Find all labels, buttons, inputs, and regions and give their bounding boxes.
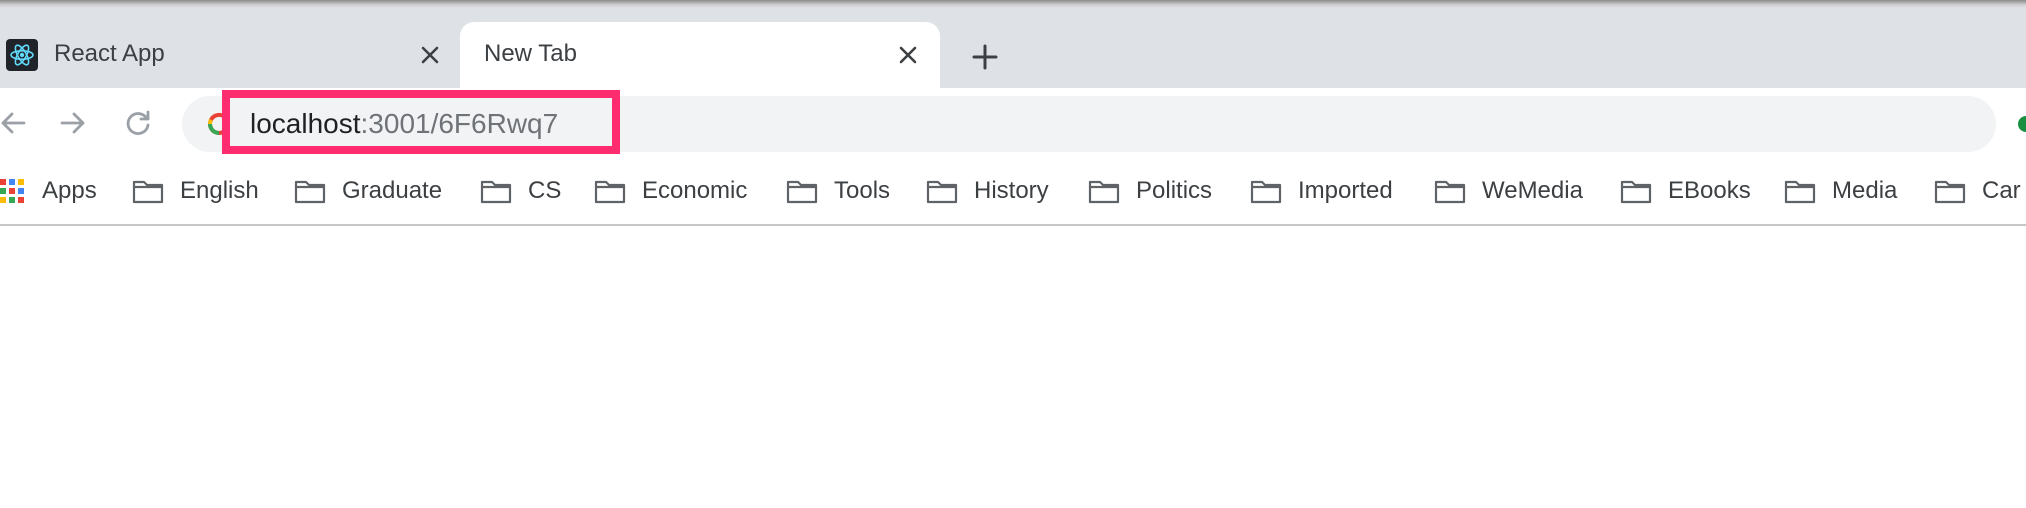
new-tab-plus-icon[interactable] — [968, 40, 1002, 74]
bookmark-label: Apps — [42, 177, 97, 204]
url-host: localhost — [250, 108, 361, 139]
bookmark-folder-economic[interactable]: Economic — [594, 174, 747, 208]
bookmark-label: English — [180, 177, 259, 204]
folder-icon — [1434, 180, 1466, 204]
back-arrow-icon[interactable] — [0, 106, 30, 140]
bookmark-folder-politics[interactable]: Politics — [1088, 174, 1212, 208]
close-icon[interactable] — [416, 41, 444, 69]
bookmark-folder-ebooks[interactable]: EBooks — [1620, 174, 1751, 208]
profile-avatar[interactable] — [2018, 116, 2026, 132]
tab-strip: React App New Tab — [0, 8, 2026, 88]
tab-react-app[interactable]: React App — [0, 22, 460, 88]
folder-icon — [1088, 180, 1120, 204]
folder-icon — [1784, 180, 1816, 204]
bookmark-folder-graduate[interactable]: Graduate — [294, 174, 442, 208]
bookmark-label: WeMedia — [1482, 177, 1583, 204]
close-icon[interactable] — [894, 41, 922, 69]
folder-icon — [132, 180, 164, 204]
bookmark-label: Imported — [1298, 177, 1393, 204]
folder-icon — [786, 180, 818, 204]
bookmark-folder-cs[interactable]: CS — [480, 174, 561, 208]
url-path: :3001/6F6Rwq7 — [360, 108, 559, 139]
forward-arrow-icon[interactable] — [56, 106, 90, 140]
bookmark-label: Politics — [1136, 177, 1213, 204]
url-text[interactable]: localhost:3001/6F6Rwq7 — [250, 108, 558, 140]
folder-icon — [1620, 180, 1652, 204]
folder-icon — [926, 180, 958, 204]
bookmark-label: Economic — [642, 177, 748, 204]
folder-icon — [594, 180, 626, 204]
browser-toolbar: localhost:3001/6F6Rwq7 — [0, 88, 2026, 158]
bookmark-label: Media — [1832, 177, 1898, 204]
bookmark-folder-history[interactable]: History — [926, 174, 1049, 208]
bookmark-folder-tools[interactable]: Tools — [786, 174, 890, 208]
window-top-edge — [0, 0, 2026, 8]
folder-icon — [480, 180, 512, 204]
folder-icon — [1250, 180, 1282, 204]
bookmark-apps[interactable]: Apps — [0, 174, 97, 208]
bookmark-label: Tools — [834, 177, 891, 204]
tab-title: New Tab — [484, 40, 577, 67]
folder-icon — [294, 180, 326, 204]
bookmarks-bar: Apps English Graduate CS Economic Tools … — [0, 158, 2026, 226]
reload-icon[interactable] — [121, 106, 155, 140]
bookmark-label: EBooks — [1668, 177, 1751, 204]
bookmark-folder-car[interactable]: Car — [1934, 174, 2021, 208]
bookmark-label: History — [974, 177, 1049, 204]
bookmark-folder-imported[interactable]: Imported — [1250, 174, 1393, 208]
react-icon — [6, 39, 38, 71]
folder-icon — [1934, 180, 1966, 204]
bookmark-label: Car — [1982, 177, 2021, 204]
tab-title: React App — [54, 40, 165, 67]
apps-grid-icon — [0, 179, 24, 203]
bookmark-folder-english[interactable]: English — [132, 174, 259, 208]
bookmark-label: CS — [528, 177, 562, 204]
bookmark-folder-media[interactable]: Media — [1784, 174, 1897, 208]
tab-new-tab[interactable]: New Tab — [460, 22, 940, 88]
bookmark-folder-wemedia[interactable]: WeMedia — [1434, 174, 1583, 208]
page-content — [0, 226, 2026, 508]
bookmark-label: Graduate — [342, 177, 443, 204]
